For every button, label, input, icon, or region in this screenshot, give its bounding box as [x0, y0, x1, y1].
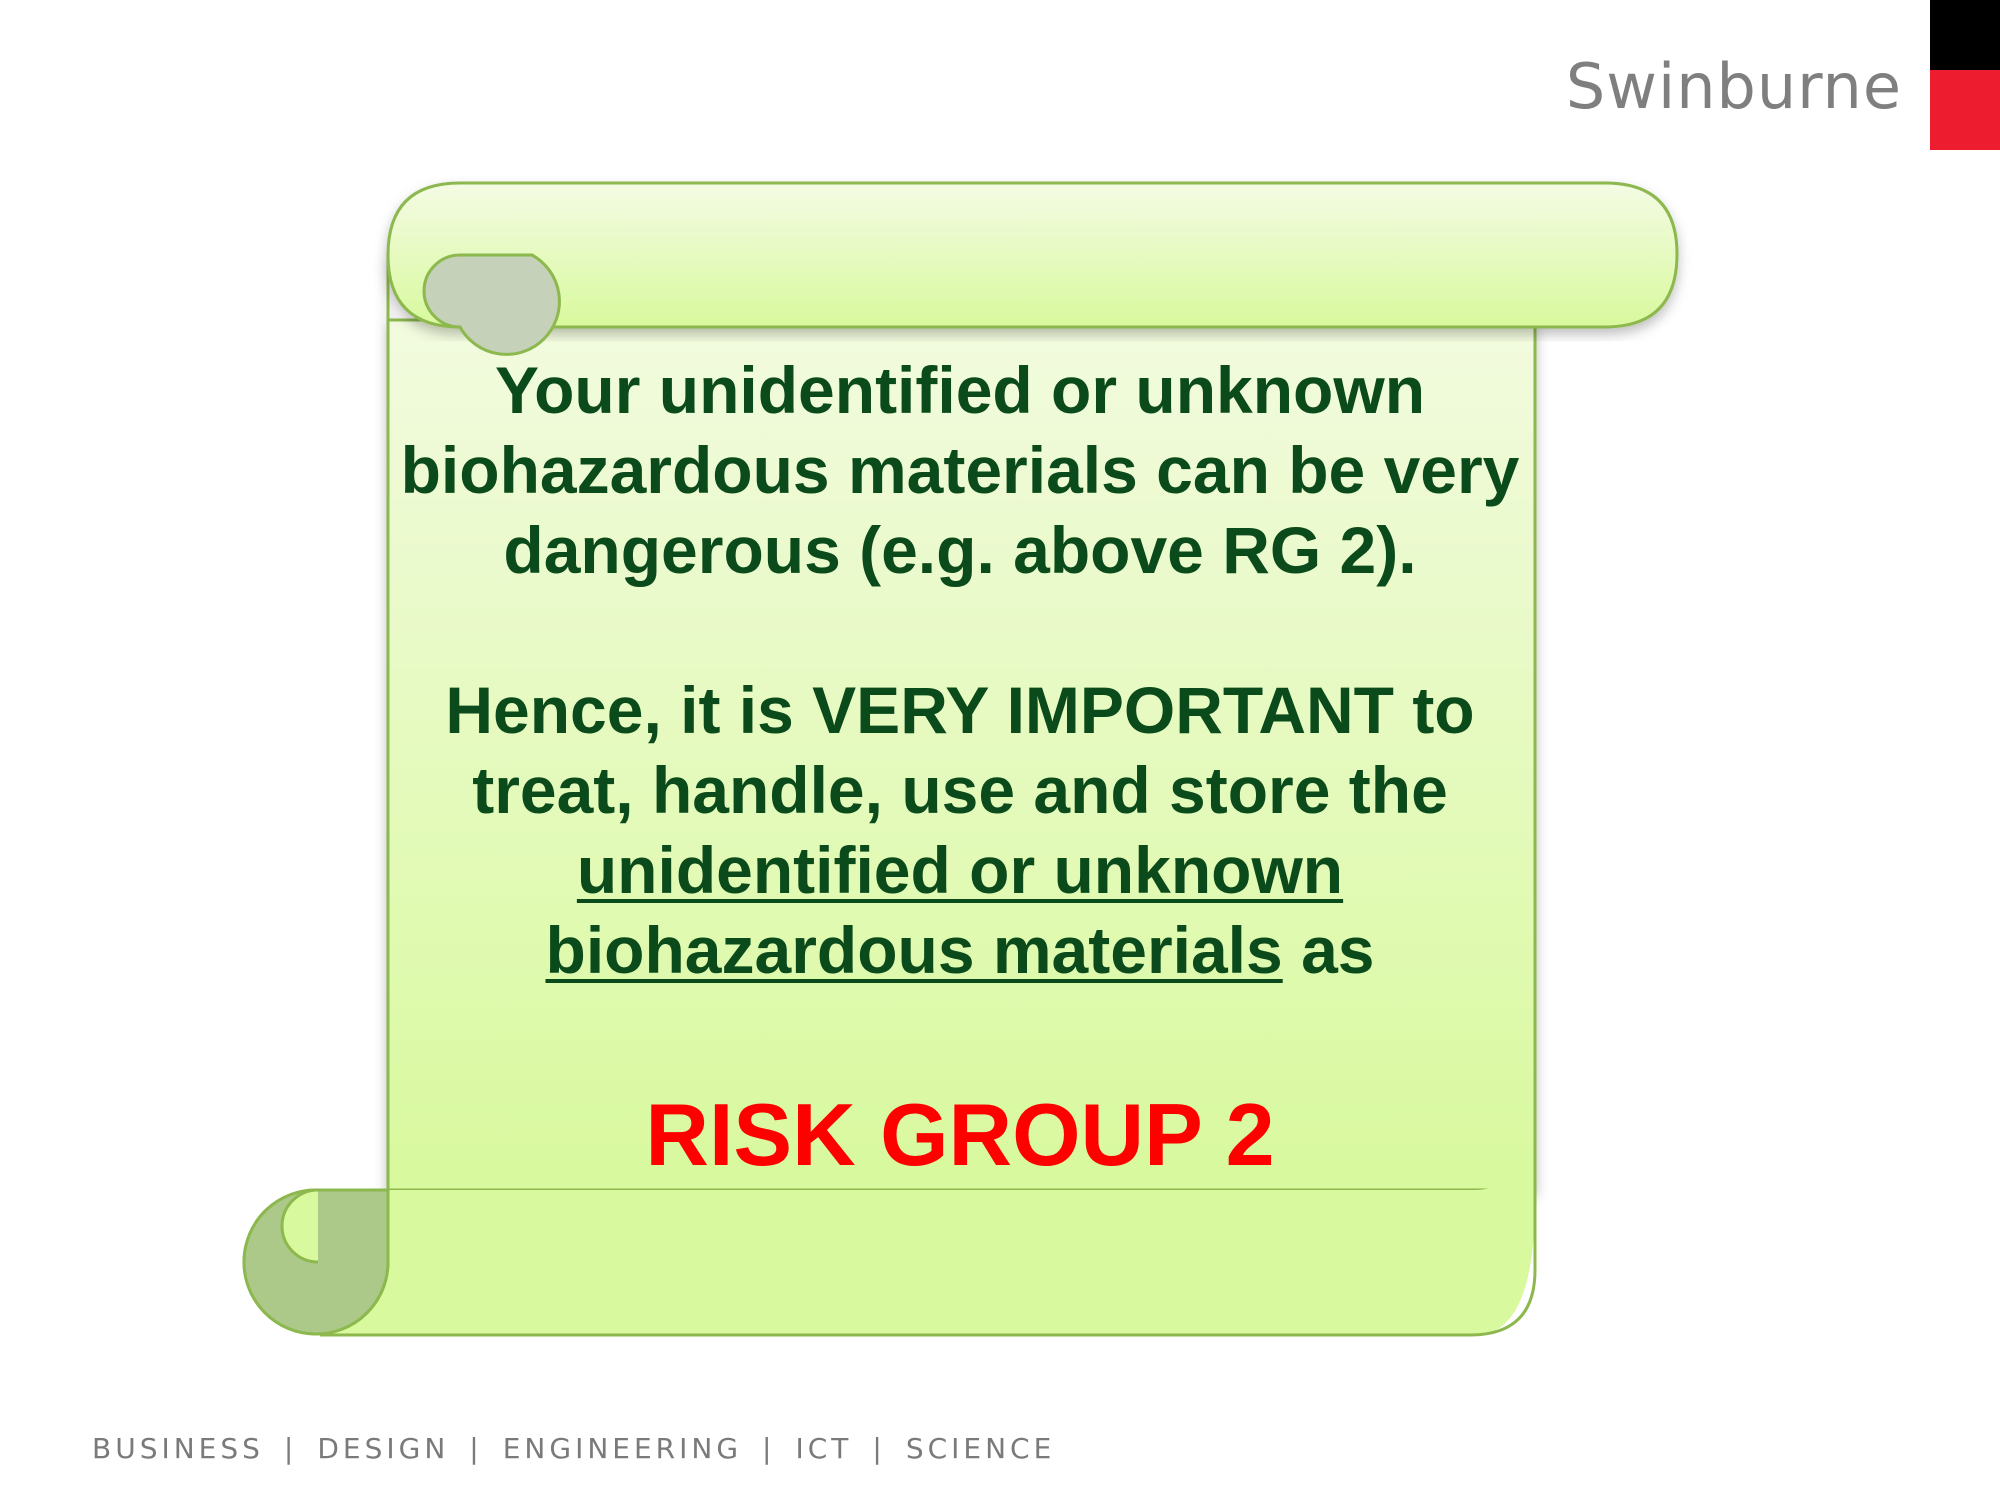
instruction-paragraph: Hence, it is VERY IMPORTANT to treat, ha… — [390, 670, 1530, 990]
footer-item-science: SCIENCE — [905, 1432, 1056, 1465]
instruction-underlined-text: unidentified or unknown biohazardous mat… — [545, 833, 1344, 987]
footer-item-design: DESIGN — [317, 1432, 450, 1465]
scroll-top-roll — [386, 181, 1679, 329]
risk-group-heading: RISK GROUP 2 — [645, 1085, 1275, 1184]
warning-paragraph: Your unidentified or unknown biohazardou… — [400, 353, 1520, 587]
footer-separator: | — [872, 1432, 886, 1465]
footer-item-engineering: ENGINEERING — [502, 1432, 743, 1465]
scroll-content: Your unidentified or unknown biohazardou… — [390, 350, 1530, 1185]
footer-separator: | — [469, 1432, 483, 1465]
instruction-text-end: as — [1301, 913, 1375, 987]
footer-faculties: BUSINESS | DESIGN | ENGINEERING | ICT | SCIENCE — [92, 1432, 1055, 1465]
footer-item-business: BUSINESS — [92, 1432, 264, 1465]
footer-separator: | — [762, 1432, 776, 1465]
slide: Swinburne Your unidentified or unknown b… — [0, 0, 2000, 1500]
instruction-text-start: Hence, it is VERY IMPORTANT to treat, ha… — [445, 673, 1475, 827]
footer-separator: | — [283, 1432, 298, 1465]
footer-item-ict: ICT — [795, 1432, 853, 1465]
